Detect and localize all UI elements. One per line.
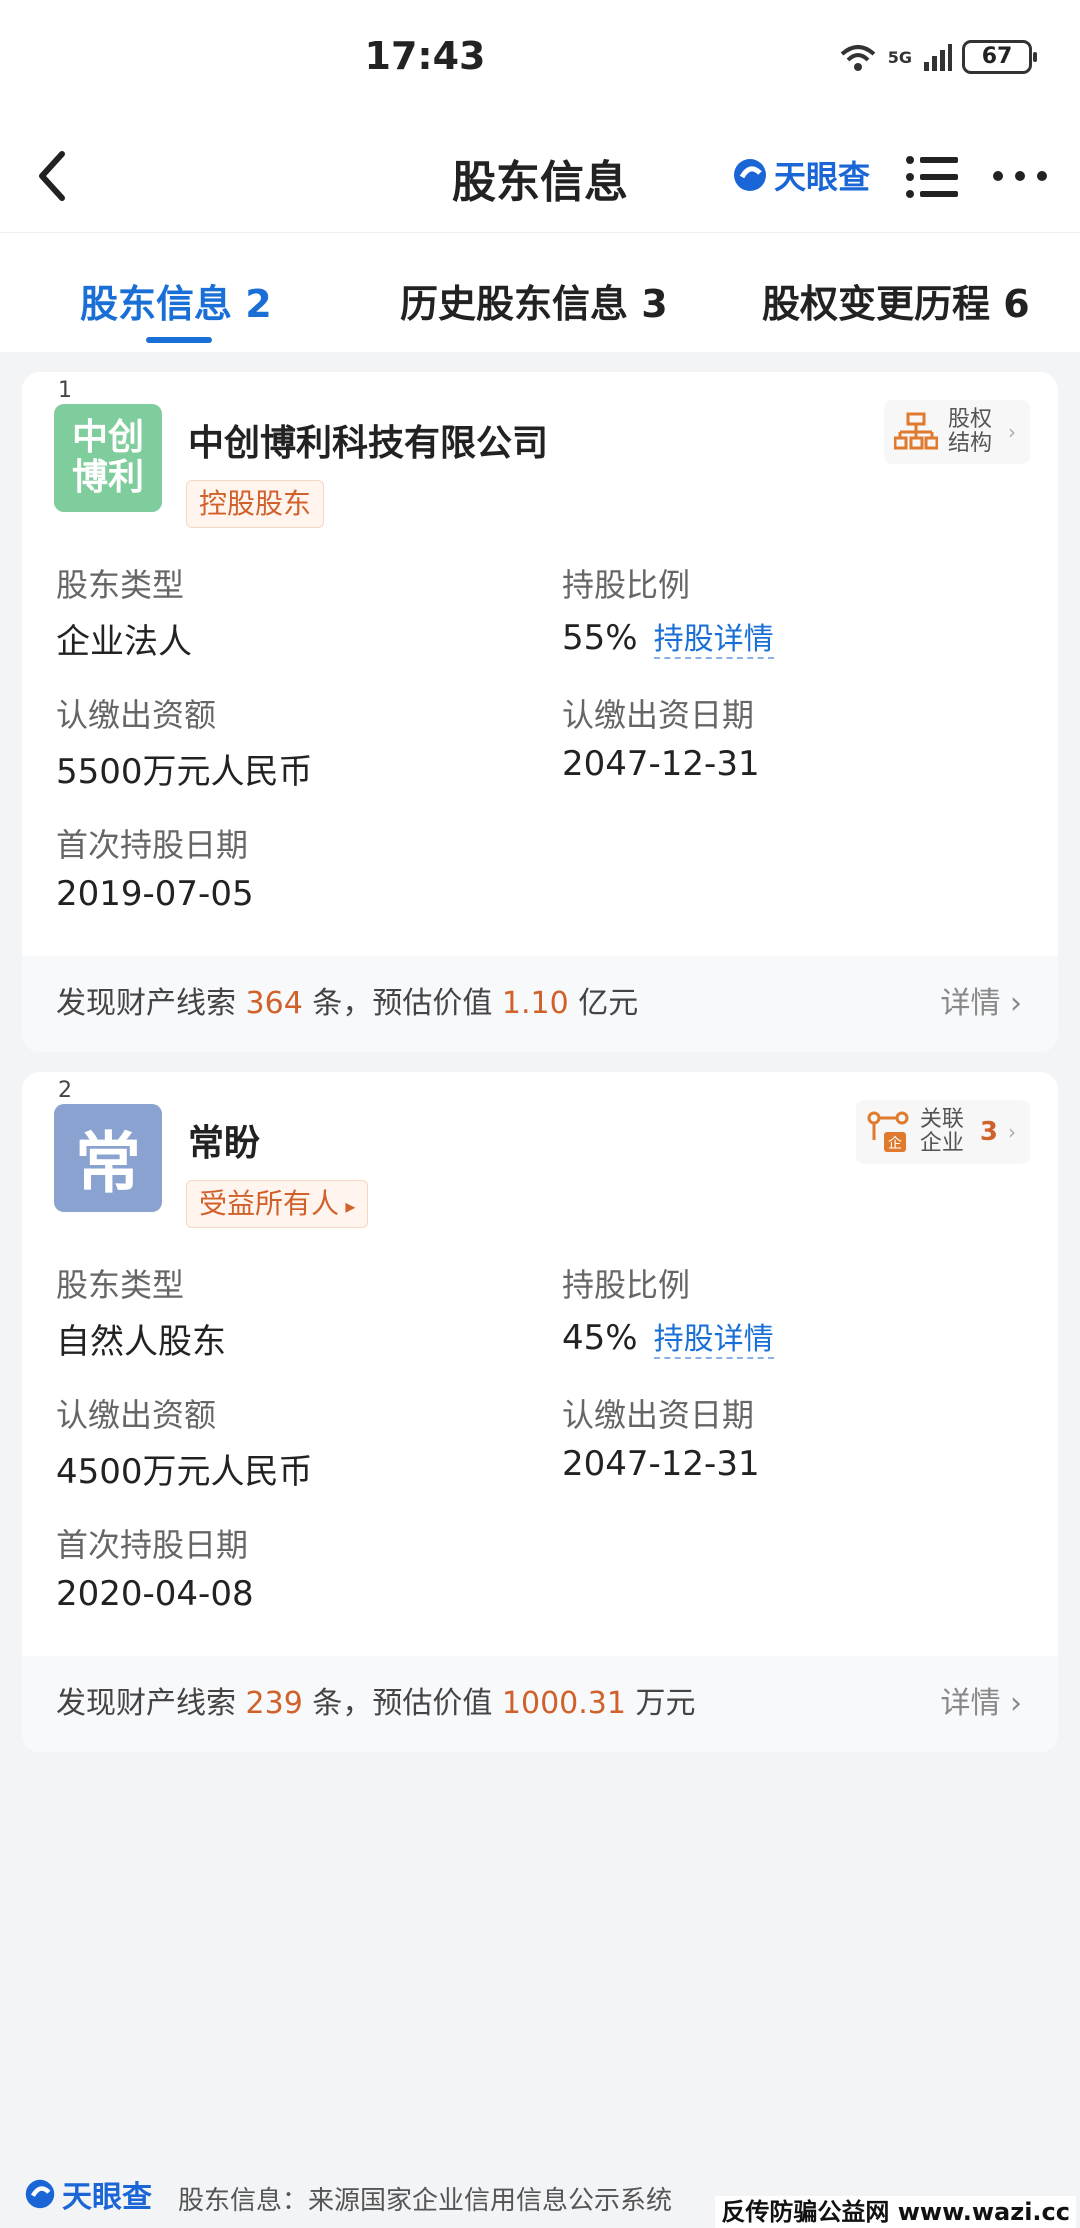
footer-brand-name: 天眼查 (62, 2180, 152, 2215)
ratio-value-row: 55% 持股详情 (562, 614, 774, 659)
battery-icon: 67 (962, 40, 1037, 74)
brand-name: 天眼查 (774, 158, 871, 196)
type-label: 股东类型 (56, 566, 185, 604)
shareholder-card[interactable]: 2 常 常盼 受益所有人 ▸ 企 关联企业 3 › 股东类型 自然人股东 持股比… (22, 1072, 1058, 1752)
caret-right-icon: ▸ (339, 1194, 356, 1218)
capital-date-label: 认缴出资日期 (562, 1396, 755, 1434)
status-time: 17:43 (364, 34, 486, 78)
capital-label: 认缴出资额 (56, 1396, 217, 1434)
capital-date-value: 2047-12-31 (562, 744, 760, 784)
related-count: 3 (979, 1117, 998, 1147)
holding-detail-link[interactable]: 持股详情 (653, 1322, 774, 1359)
holder-tag: 控股股东 (186, 480, 325, 528)
holder-tag[interactable]: 受益所有人 ▸ (186, 1180, 369, 1228)
avatar: 常 (54, 1104, 162, 1212)
chevron-right-icon: › (1008, 420, 1016, 444)
tab-equity-changes[interactable]: 股权变更历程 6 (762, 273, 1030, 328)
capital-label: 认缴出资额 (56, 696, 217, 734)
capital-value: 5500万元人民币 (56, 752, 313, 792)
shareholder-card[interactable]: 1 中创博利 中创博利科技有限公司 控股股东 股权结构 › 股东类型 企业法人 … (22, 372, 1058, 1052)
type-value: 企业法人 (56, 622, 192, 662)
more-options-icon[interactable] (990, 166, 1050, 186)
holder-tag-label: 受益所有人 (199, 1187, 340, 1220)
signal-icon (924, 44, 952, 71)
shareholder-name[interactable]: 常盼 (188, 1114, 260, 1166)
capital-date-value: 2047-12-31 (562, 1444, 760, 1484)
brand-logo: 天眼查 (732, 152, 870, 198)
asset-mid: 条，预估价值 (312, 1686, 493, 1721)
ratio-label: 持股比例 (562, 1266, 691, 1304)
active-tab-indicator (146, 337, 212, 343)
asset-value: 1.10 (501, 986, 569, 1021)
wifi-icon (840, 45, 876, 71)
detail-label: 详情 (940, 986, 1001, 1021)
avatar-text: 中创博利 (71, 417, 144, 498)
capital-value: 4500万元人民币 (56, 1452, 313, 1492)
footer-brand: 天眼查 (24, 2172, 152, 2216)
asset-unit: 亿元 (578, 986, 639, 1021)
shareholder-name[interactable]: 中创博利科技有限公司 (188, 414, 548, 466)
detail-label: 详情 (940, 1686, 1001, 1721)
tab-bar: 股东信息 2 历史股东信息 3 股权变更历程 6 (0, 232, 1080, 352)
asset-detail-button[interactable]: 详情 › (940, 956, 1022, 1052)
chevron-right-icon: › (1010, 1686, 1022, 1721)
card-index: 1 (58, 378, 72, 403)
asset-prefix: 发现财产线索 (56, 986, 236, 1021)
status-bar: 17:43 5G 67 (0, 0, 1080, 120)
ratio-label: 持股比例 (562, 566, 691, 604)
asset-value: 1000.31 (501, 1686, 626, 1721)
org-chart-icon (894, 412, 938, 450)
related-companies-button[interactable]: 企 关联企业 3 › (855, 1100, 1030, 1164)
watermark: 反传防骗公益网 www.wazi.cc (715, 2196, 1076, 2228)
ratio-value: 55% (562, 618, 638, 658)
source-footer: 天眼查 股东信息：来源国家企业信用信息公示系统 反传防骗公益网 www.wazi… (0, 2168, 1080, 2228)
nav-bar: 股东信息 天眼查 (0, 120, 1080, 232)
ratio-value: 45% (562, 1318, 638, 1358)
avatar: 中创博利 (54, 404, 162, 512)
asset-mid: 条，预估价值 (312, 986, 493, 1021)
related-company-icon: 企 (867, 1111, 909, 1152)
ratio-value-row: 45% 持股详情 (562, 1314, 774, 1359)
asset-count: 364 (245, 986, 303, 1021)
asset-clue-row[interactable]: 发现财产线索 364 条，预估价值 1.10 亿元 详情 › (22, 956, 1058, 1052)
data-source-note: 股东信息：来源国家企业信用信息公示系统 (178, 2186, 673, 2216)
card-index: 2 (58, 1078, 72, 1103)
asset-detail-button[interactable]: 详情 › (940, 1656, 1022, 1752)
svg-text:企: 企 (888, 1135, 902, 1152)
asset-unit: 万元 (635, 1686, 696, 1721)
asset-clue-row[interactable]: 发现财产线索 239 条，预估价值 1000.31 万元 详情 › (22, 1656, 1058, 1752)
type-value: 自然人股东 (56, 1322, 226, 1362)
tianyancha-logo-icon (734, 159, 766, 191)
type-label: 股东类型 (56, 1266, 185, 1304)
side-button-label: 股权结构 (948, 407, 993, 456)
holding-detail-link[interactable]: 持股详情 (653, 622, 774, 659)
network-type: 5G (887, 47, 912, 67)
chevron-right-icon: › (1008, 1120, 1016, 1144)
asset-prefix: 发现财产线索 (56, 1686, 236, 1721)
first-date-label: 首次持股日期 (56, 1526, 249, 1564)
list-menu-icon[interactable] (904, 152, 960, 202)
tab-history-shareholders[interactable]: 历史股东信息 3 (400, 273, 668, 328)
side-button-label: 关联企业 (919, 1107, 964, 1156)
equity-structure-button[interactable]: 股权结构 › (884, 400, 1030, 464)
first-date-value: 2020-04-08 (56, 1574, 254, 1614)
tab-shareholder-info[interactable]: 股东信息 2 (80, 273, 272, 328)
tianyancha-logo-icon (25, 2179, 55, 2209)
first-date-label: 首次持股日期 (56, 826, 249, 864)
asset-count: 239 (245, 1686, 303, 1721)
chevron-right-icon: › (1010, 986, 1022, 1021)
capital-date-label: 认缴出资日期 (562, 696, 755, 734)
first-date-value: 2019-07-05 (56, 874, 254, 914)
avatar-text: 常 (75, 1125, 141, 1202)
status-icons: 5G 67 (838, 40, 1037, 74)
